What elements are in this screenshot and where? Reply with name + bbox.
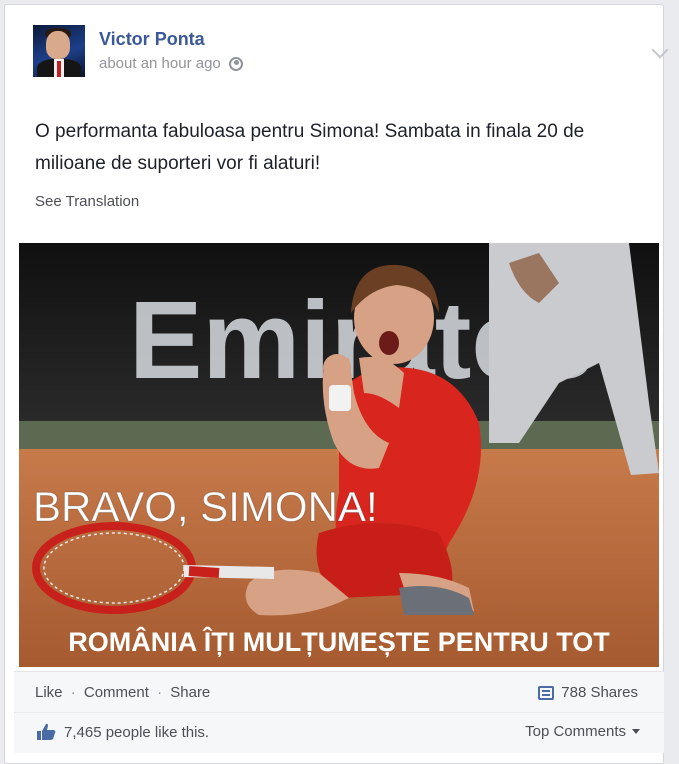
top-comments-label: Top Comments <box>525 723 626 740</box>
author-name-link[interactable]: Victor Ponta <box>99 29 205 50</box>
top-comments-dropdown[interactable]: Top Comments <box>525 723 640 740</box>
caret-down-icon <box>632 729 640 734</box>
post-timestamp[interactable]: about an hour ago <box>99 55 221 72</box>
author-avatar[interactable] <box>33 25 85 77</box>
comment-button[interactable]: Comment <box>84 684 149 701</box>
post-header: Victor Ponta about an hour ago <box>33 25 653 85</box>
post-text: O performanta fabuloasa pentru Simona! S… <box>35 121 585 174</box>
post-actions-bar: Like · Comment · Share 788 Shares <box>14 671 664 712</box>
post-action-links: Like · Comment · Share <box>35 684 210 701</box>
likes-bar: 7,465 people like this. Top Comments <box>14 712 664 753</box>
post-meta: about an hour ago <box>99 55 243 72</box>
likes-count-text: 7,465 people like this. <box>64 723 210 741</box>
share-button[interactable]: Share <box>170 684 210 701</box>
separator: · <box>70 684 76 701</box>
like-button[interactable]: Like <box>35 684 63 701</box>
globe-icon[interactable] <box>228 56 243 71</box>
shares-count: 788 Shares <box>561 684 638 701</box>
separator: · <box>157 684 163 701</box>
share-icon <box>538 685 555 700</box>
photo-illustration: Emirates BRAVO, SIMONA! ROMÂNIA ÎȚI M <box>19 243 659 667</box>
photo-caption: ROMÂNIA ÎȚI MULȚUMEȘTE PENTRU TOT <box>68 626 610 657</box>
shares-count-link[interactable]: 788 Shares <box>538 684 638 701</box>
photo-headline: BRAVO, SIMONA! <box>33 483 378 530</box>
see-translation-link[interactable]: See Translation <box>35 193 139 210</box>
likes-summary[interactable]: 7,465 people like this. <box>36 723 209 741</box>
post-photo[interactable]: Emirates BRAVO, SIMONA! ROMÂNIA ÎȚI M <box>19 243 659 667</box>
thumbs-up-icon <box>37 723 56 740</box>
